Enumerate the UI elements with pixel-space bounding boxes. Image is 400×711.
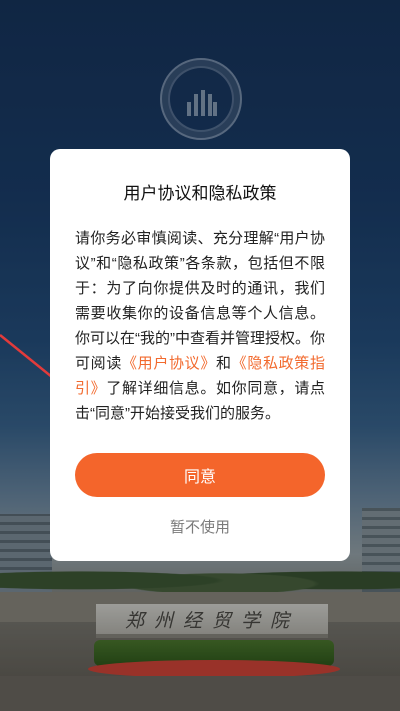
body-text-part1: 请你务必审慎阅读、充分理解“用户协议”和“隐私政策”各条款，包括但不限于：为了向… xyxy=(75,230,325,372)
decline-button[interactable]: 暂不使用 xyxy=(75,513,325,539)
user-agreement-link[interactable]: 《用户协议》 xyxy=(122,355,216,372)
dialog-title: 用户协议和隐私政策 xyxy=(123,184,277,203)
privacy-dialog: 用户协议和隐私政策 请你务必审慎阅读、充分理解“用户协议”和“隐私政策”各条款，… xyxy=(50,149,350,561)
body-text-part2: 和 xyxy=(215,355,232,372)
body-text-part3: 了解详细信息。如你同意，请点击“同意”开始接受我们的服务。 xyxy=(75,380,325,422)
dialog-body: 请你务必审慎阅读、充分理解“用户协议”和“隐私政策”各条款，包括但不限于：为了向… xyxy=(75,226,325,426)
agree-button[interactable]: 同意 xyxy=(75,453,325,497)
